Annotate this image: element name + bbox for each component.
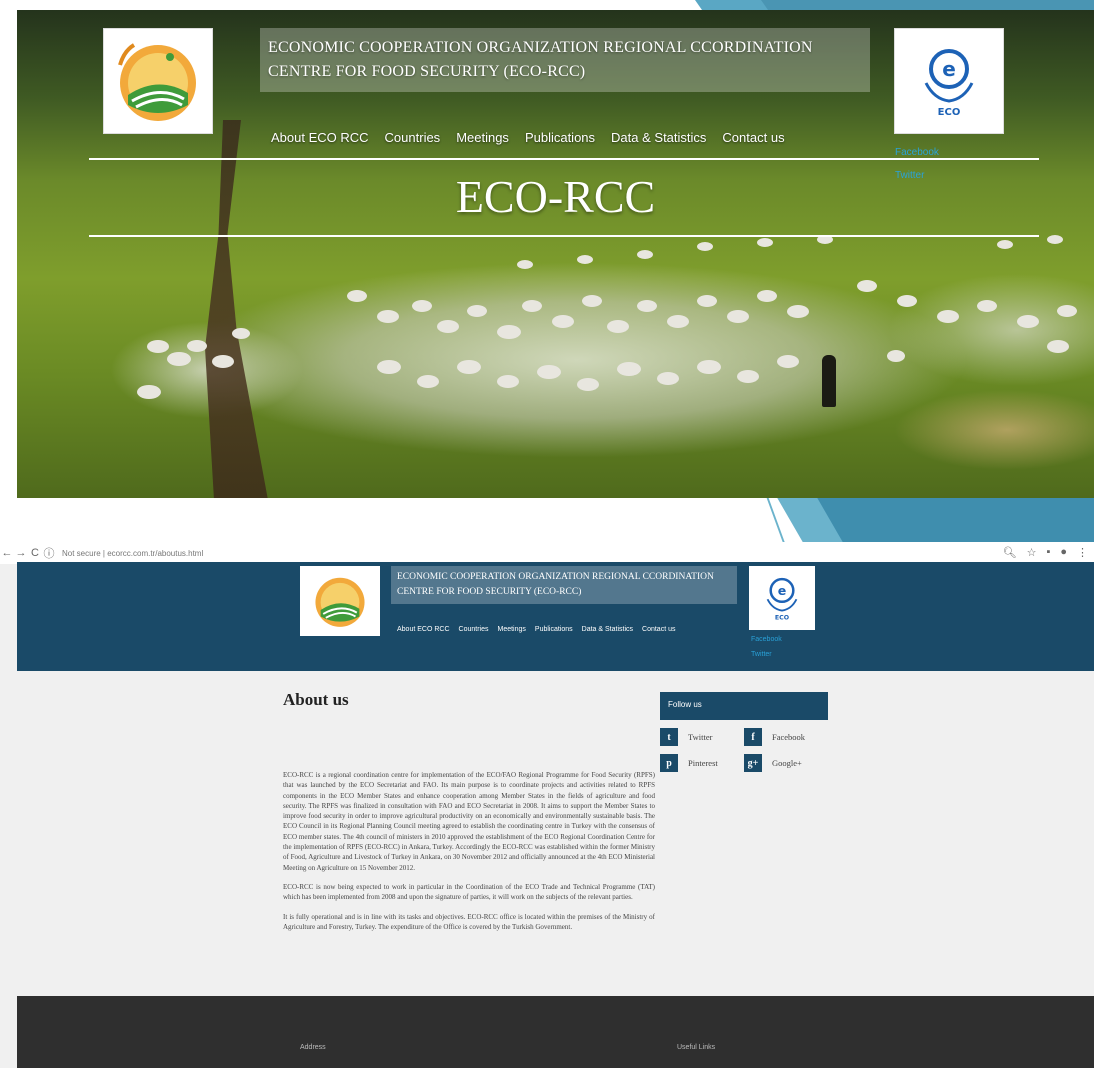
sidebar-item-twitter[interactable]: t Twitter — [660, 728, 744, 746]
header-facebook-link[interactable]: Facebook — [751, 632, 782, 647]
eco-logo[interactable]: e ECO — [894, 28, 1004, 134]
about-heading: About us — [283, 690, 349, 709]
hero-banner-screenshot: ECONOMIC COOPERATION ORGANIZATION REGION… — [17, 10, 1094, 498]
header-nav-about[interactable]: About ECO RCC — [397, 626, 450, 633]
zoom-icon[interactable]: 🔍︎ — [1003, 546, 1017, 559]
nav-countries[interactable]: Countries — [385, 130, 441, 145]
header-nav-publications[interactable]: Publications — [535, 626, 573, 633]
hero-main-nav: About ECO RCC Countries Meetings Publica… — [271, 130, 785, 145]
site-title-line1: ECONOMIC COOPERATION ORGANIZATION REGION… — [268, 39, 813, 56]
eco-logo-small[interactable]: e ECO — [749, 566, 815, 630]
follow-sidebar: Follow us t Twitter f Facebook p Pintere… — [660, 692, 828, 772]
sidebar-item-label: Twitter — [688, 732, 713, 742]
sidebar-item-facebook[interactable]: f Facebook — [744, 728, 828, 746]
extension-icon[interactable]: ▪ — [1046, 546, 1050, 559]
menu-icon[interactable]: ⋮ — [1077, 546, 1088, 559]
back-icon[interactable]: ← — [0, 547, 14, 559]
header-title-line1: ECONOMIC COOPERATION ORGANIZATION REGION… — [397, 572, 714, 582]
about-paragraph-3: It is fully operational and is in line w… — [283, 912, 655, 931]
slide-decoration-top-dark — [739, 0, 1094, 10]
nav-contact[interactable]: Contact us — [722, 130, 784, 145]
site-footer: Address Useful Links — [17, 996, 1094, 1068]
forward-icon[interactable]: → — [14, 547, 28, 559]
header-title-line2: CENTRE FOR FOOD SECURITY (ECO-RCC) — [397, 587, 582, 597]
site-title-line2: CENTRE FOR FOOD SECURITY (ECO-RCC) — [268, 63, 586, 80]
about-section: About us ECO-RCC is a regional coordinat… — [283, 690, 655, 941]
divider-bottom — [89, 235, 1039, 237]
slide-decoration-mid-dark — [817, 498, 1094, 542]
shepherd-figure — [822, 355, 836, 407]
profile-icon[interactable]: ● — [1060, 546, 1067, 559]
svg-text:e: e — [778, 583, 787, 598]
sidebar-heading: Follow us — [660, 692, 828, 720]
header-nav-data-statistics[interactable]: Data & Statistics — [582, 626, 633, 633]
nav-meetings[interactable]: Meetings — [456, 130, 509, 145]
nav-data-statistics[interactable]: Data & Statistics — [611, 130, 706, 145]
bookmark-star-icon[interactable]: ☆ — [1027, 546, 1037, 559]
footer-address-label: Address — [300, 1044, 326, 1051]
eco-rcc-logo[interactable] — [103, 28, 213, 134]
header-nav-contact[interactable]: Contact us — [642, 626, 675, 633]
eco-logo-text: ECO — [938, 107, 961, 118]
sidebar-item-label: Pinterest — [688, 758, 718, 768]
browser-toolbar: ← → C ⓘ Not secure | ecorcc.com.tr/about… — [0, 542, 1094, 564]
hero-heading: ECO-RCC — [455, 171, 656, 222]
eco-rcc-logo-small[interactable] — [300, 566, 380, 636]
divider-top — [89, 158, 1039, 160]
svg-text:e: e — [942, 57, 956, 81]
eco-logo-small-text: ECO — [775, 614, 790, 621]
facebook-icon: f — [744, 728, 762, 746]
header-nav: About ECO RCC Countries Meetings Publica… — [397, 626, 675, 633]
about-paragraph-1: ECO-RCC is a regional coordination centr… — [283, 771, 655, 872]
twitter-icon: t — [660, 728, 678, 746]
pinterest-icon: p — [660, 754, 678, 772]
info-icon[interactable]: ⓘ — [42, 545, 56, 561]
site-header: ECONOMIC COOPERATION ORGANIZATION REGION… — [17, 562, 1094, 671]
sidebar-item-label: Google+ — [772, 758, 802, 768]
header-nav-meetings[interactable]: Meetings — [498, 626, 526, 633]
header-social-links: Facebook Twitter — [751, 632, 782, 662]
google-plus-icon: g+ — [744, 754, 762, 772]
header-nav-countries[interactable]: Countries — [459, 626, 489, 633]
presentation-slide: ECONOMIC COOPERATION ORGANIZATION REGION… — [0, 0, 1094, 1068]
header-title-box: ECONOMIC COOPERATION ORGANIZATION REGION… — [391, 566, 737, 604]
about-paragraph-2: ECO-RCC is now being expected to work in… — [283, 882, 655, 902]
nav-about[interactable]: About ECO RCC — [271, 130, 369, 145]
address-bar[interactable]: Not secure | ecorcc.com.tr/aboutus.html — [62, 549, 203, 558]
header-twitter-link[interactable]: Twitter — [751, 647, 782, 662]
facebook-link[interactable]: Facebook — [895, 141, 939, 164]
site-title-box: ECONOMIC COOPERATION ORGANIZATION REGION… — [260, 28, 870, 92]
sidebar-item-google-plus[interactable]: g+ Google+ — [744, 754, 828, 772]
sidebar-item-pinterest[interactable]: p Pinterest — [660, 754, 744, 772]
sidebar-item-label: Facebook — [772, 732, 806, 742]
browser-screenshot: ← → C ⓘ Not secure | ecorcc.com.tr/about… — [0, 542, 1094, 1068]
about-body: ECO-RCC is a regional coordination centr… — [283, 770, 655, 932]
reload-icon[interactable]: C — [28, 547, 42, 559]
nav-publications[interactable]: Publications — [525, 130, 595, 145]
footer-useful-links-label: Useful Links — [677, 1044, 716, 1051]
